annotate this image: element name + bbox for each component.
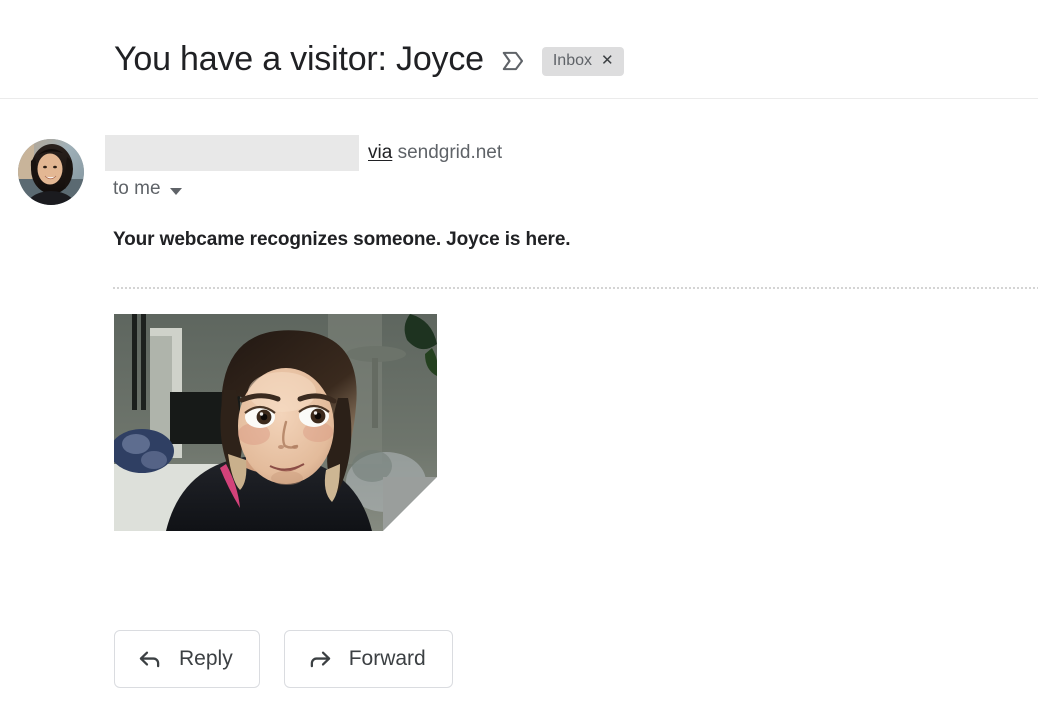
- sender-line: via sendgrid.net: [105, 135, 502, 171]
- sender-name-redacted: [105, 135, 359, 171]
- chevron-down-icon[interactable]: [169, 187, 182, 195]
- label-chip-label: Inbox: [552, 51, 592, 69]
- via-link[interactable]: via: [368, 142, 392, 163]
- forward-button-label: Forward: [348, 647, 426, 670]
- header-divider: [0, 98, 1038, 99]
- webcam-snapshot[interactable]: [114, 314, 437, 531]
- forward-button[interactable]: Forward: [283, 630, 453, 688]
- via-domain: sendgrid.net: [397, 142, 503, 163]
- forward-arrow-icon: [307, 646, 333, 672]
- sender-avatar-photo: [18, 139, 84, 205]
- message-actions: Reply Forward: [114, 630, 453, 688]
- recipient-label: to me: [113, 178, 161, 199]
- recipient-row[interactable]: to me: [113, 176, 182, 202]
- folded-corner-icon: [383, 477, 437, 531]
- page-title: You have a visitor: Joyce: [114, 40, 484, 78]
- reply-arrow-icon: [137, 646, 163, 672]
- label-chip-inbox[interactable]: Inbox ✕: [541, 46, 624, 76]
- avatar[interactable]: [18, 139, 84, 205]
- via-group: via sendgrid.net: [368, 141, 502, 165]
- content-divider: [113, 287, 1038, 289]
- close-x-icon[interactable]: ✕: [601, 52, 614, 70]
- reply-button[interactable]: Reply: [114, 630, 260, 688]
- important-chevron-icon[interactable]: [500, 48, 526, 74]
- message-body: Your webcame recognizes someone. Joyce i…: [113, 229, 571, 250]
- reply-button-label: Reply: [179, 647, 233, 670]
- subject-header: You have a visitor: Joyce Inbox ✕: [114, 36, 624, 82]
